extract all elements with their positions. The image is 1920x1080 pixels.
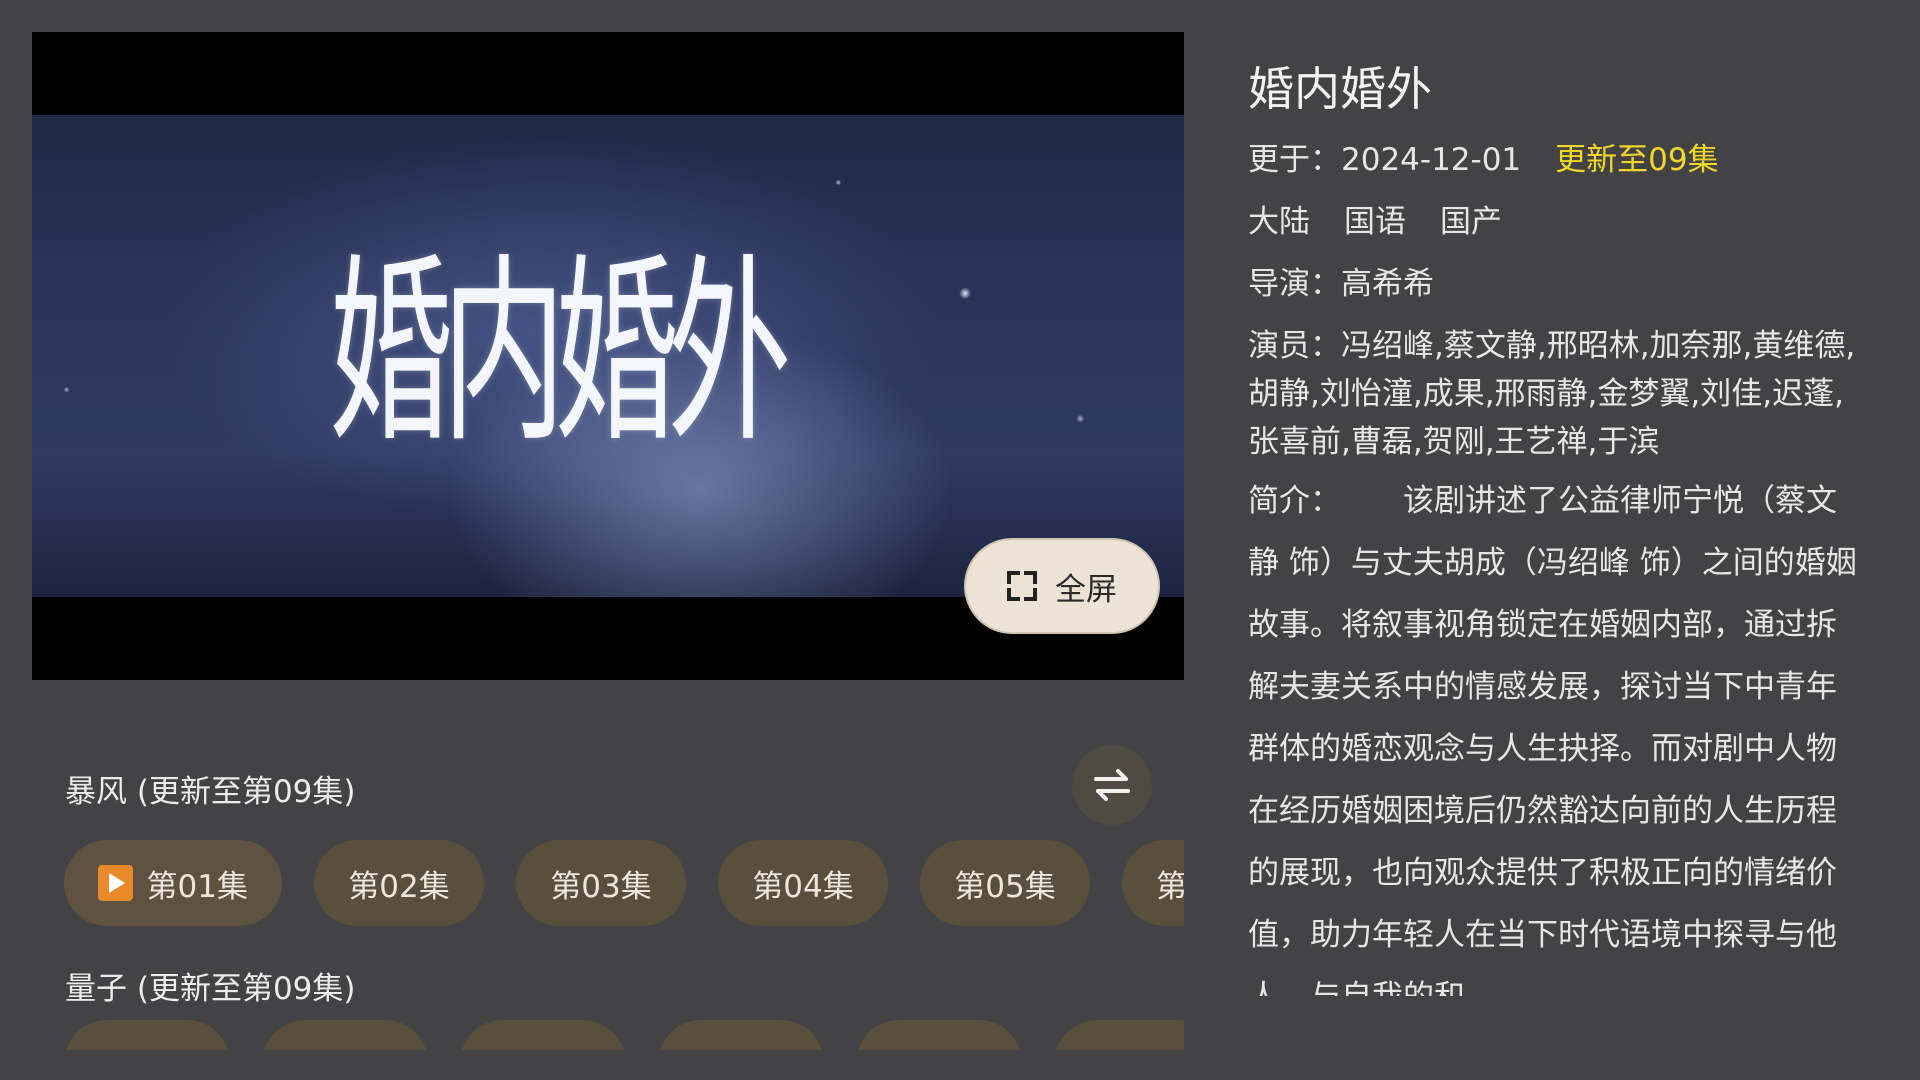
episode-button-02[interactable]: 第02集 (314, 840, 484, 926)
episode-list-area: 暴风 (更新至第09集) 第01集 第02集 第03集 第04集 第05集 第 … (0, 720, 1184, 1050)
fullscreen-button[interactable]: 全屏 (964, 538, 1160, 634)
episode-button[interactable] (460, 1020, 626, 1050)
director-label: 导演： (1248, 265, 1341, 302)
episode-label: 第02集 (348, 868, 450, 905)
episode-button[interactable] (262, 1020, 428, 1050)
episode-button-01[interactable]: 第01集 (64, 840, 282, 926)
update-status-badge: 更新至09集 (1555, 141, 1719, 178)
episode-button-03[interactable]: 第03集 (516, 840, 686, 926)
source-title-liangzi: 量子 (更新至第09集) (65, 971, 356, 1007)
tags-line: 大陆 国语 国产 (1248, 198, 1858, 246)
synopsis-box[interactable]: 简介： 该剧讲述了公益律师宁悦（蔡文静 饰）与丈夫胡成（冯绍峰 饰）之间的婚姻故事… (1248, 476, 1858, 996)
source-title-baofeng: 暴风 (更新至第09集) (65, 774, 356, 810)
episode-button-05[interactable]: 第05集 (920, 840, 1090, 926)
director-name: 高希希 (1341, 265, 1434, 302)
show-title: 婚内婚外 (1248, 62, 1432, 116)
category-tag: 国产 (1440, 203, 1502, 240)
episode-button[interactable] (856, 1020, 1022, 1050)
cast-line: 演员：冯绍峰,蔡文静,邢昭林,加奈那,黄维德,胡静,刘怡潼,成果,邢雨静,金梦翼… (1248, 322, 1858, 466)
video-detail-page: 婚内婚外 全屏 暴风 (更新至第09集) 第01集 第02集 第03集 第04集… (0, 0, 1920, 1080)
episode-button-06[interactable]: 第 (1122, 840, 1184, 926)
synopsis-label: 简介： (1248, 482, 1341, 519)
episode-button[interactable] (658, 1020, 824, 1050)
episode-row-baofeng: 第01集 第02集 第03集 第04集 第05集 第 (64, 840, 1184, 926)
update-line: 更于：2024-12-01 更新至09集 (1248, 136, 1858, 184)
episode-label: 第01集 (146, 868, 248, 905)
switch-order-button[interactable] (1072, 745, 1152, 825)
video-frame: 婚内婚外 (32, 115, 1184, 597)
episode-label: 第 (1156, 868, 1184, 905)
swap-arrows-icon (1094, 769, 1130, 801)
cast-label: 演员： (1248, 327, 1341, 364)
info-panel: 婚内婚外 更于：2024-12-01 更新至09集 大陆 国语 国产 导演：高希希 演… (1248, 60, 1858, 996)
episode-row-liangzi (64, 1020, 1184, 1050)
fullscreen-label: 全屏 (1055, 571, 1117, 608)
region-tag: 大陆 (1248, 203, 1310, 240)
episode-label: 第03集 (550, 868, 652, 905)
video-title-art: 婚内婚外 (328, 237, 792, 470)
episode-button[interactable] (64, 1020, 230, 1050)
episode-button-04[interactable]: 第04集 (718, 840, 888, 926)
updated-date: 2024-12-01 (1341, 141, 1522, 178)
director-line: 导演：高希希 (1248, 260, 1858, 308)
episode-label: 第04集 (752, 868, 854, 905)
fullscreen-icon (1007, 571, 1037, 601)
play-icon (98, 865, 133, 901)
episode-button[interactable] (1054, 1020, 1184, 1050)
language-tag: 国语 (1344, 203, 1406, 240)
synopsis-text: 该剧讲述了公益律师宁悦（蔡文静 饰）与丈夫胡成（冯绍峰 饰）之间的婚姻故事。将叙… (1248, 482, 1857, 996)
updated-label: 更于： (1248, 141, 1341, 178)
synopsis: 简介： 该剧讲述了公益律师宁悦（蔡文静 饰）与丈夫胡成（冯绍峰 饰）之间的婚姻故事… (1248, 476, 1858, 996)
episode-label: 第05集 (954, 868, 1056, 905)
